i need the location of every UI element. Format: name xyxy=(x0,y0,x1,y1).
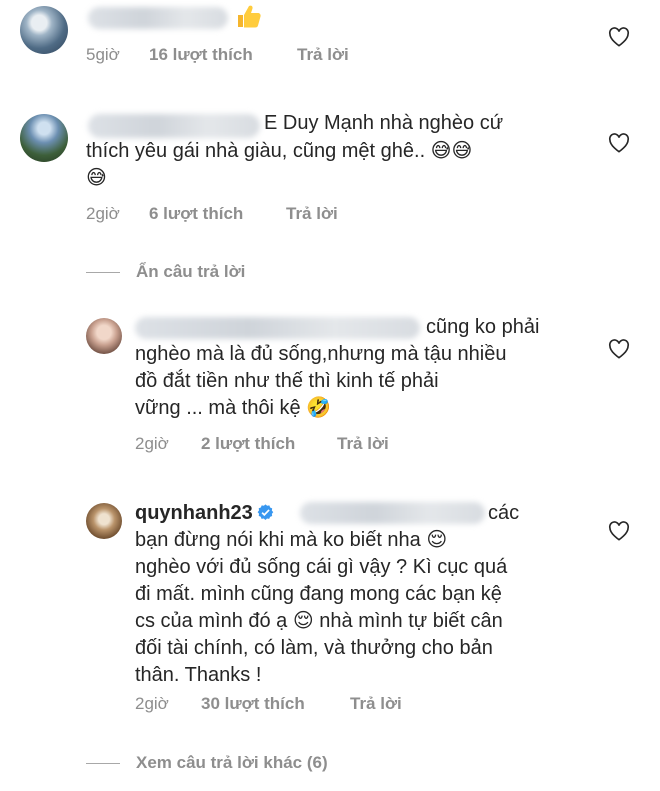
reply-header: quynhanh23 xyxy=(135,500,274,527)
like-heart-icon[interactable] xyxy=(608,521,630,541)
view-more-replies-button[interactable]: Xem câu trả lời khác (6) xyxy=(86,753,328,773)
reply-button[interactable]: Trả lời xyxy=(337,434,389,454)
reply-text-cont: nghèo mà là đủ sống,nhưng mà tậu nhiều đ… xyxy=(135,343,507,419)
divider-line xyxy=(86,763,120,765)
blurred-username xyxy=(88,7,228,29)
comment-text-cont: thích yêu gái nhà giàu, cũng mệt ghê.. 😅… xyxy=(86,140,473,189)
reply-button[interactable]: Trả lời xyxy=(350,694,402,714)
avatar[interactable] xyxy=(86,318,122,354)
like-heart-icon[interactable] xyxy=(608,339,630,359)
username-link[interactable]: quynhanh23 xyxy=(135,502,253,524)
likes-count[interactable]: 6 lượt thích xyxy=(149,204,243,224)
timestamp: 5giờ xyxy=(86,45,120,64)
timestamp: 2giờ xyxy=(135,694,169,713)
hide-replies-button[interactable]: Ẩn câu trả lời xyxy=(86,262,245,282)
reply-button[interactable]: Trả lời xyxy=(286,204,338,224)
likes-count[interactable]: 16 lượt thích xyxy=(149,45,253,65)
reply-text: các xyxy=(488,502,520,524)
blurred-mention xyxy=(300,502,485,524)
likes-count[interactable]: 2 lượt thích xyxy=(201,434,295,454)
like-heart-icon[interactable] xyxy=(608,27,630,47)
timestamp: 2giờ xyxy=(135,434,169,453)
blurred-username xyxy=(88,114,260,138)
avatar[interactable] xyxy=(20,6,68,54)
timestamp: 2giờ xyxy=(86,204,120,223)
reply-text: cũng ko phải xyxy=(426,316,540,338)
thumbs-up-emoji xyxy=(238,5,261,28)
like-heart-icon[interactable] xyxy=(608,133,630,153)
reply-text-cont: bạn đừng nói khi mà ko biết nha 😌 nghèo … xyxy=(135,529,508,686)
reply-button[interactable]: Trả lời xyxy=(297,45,349,65)
comment-text: E Duy Mạnh nhà nghèo cứ xyxy=(264,112,504,134)
avatar[interactable] xyxy=(86,503,122,539)
blurred-username xyxy=(135,317,420,339)
divider-line xyxy=(86,272,120,274)
avatar[interactable] xyxy=(20,114,68,162)
verified-badge-icon xyxy=(257,504,274,520)
likes-count[interactable]: 30 lượt thích xyxy=(201,694,305,714)
